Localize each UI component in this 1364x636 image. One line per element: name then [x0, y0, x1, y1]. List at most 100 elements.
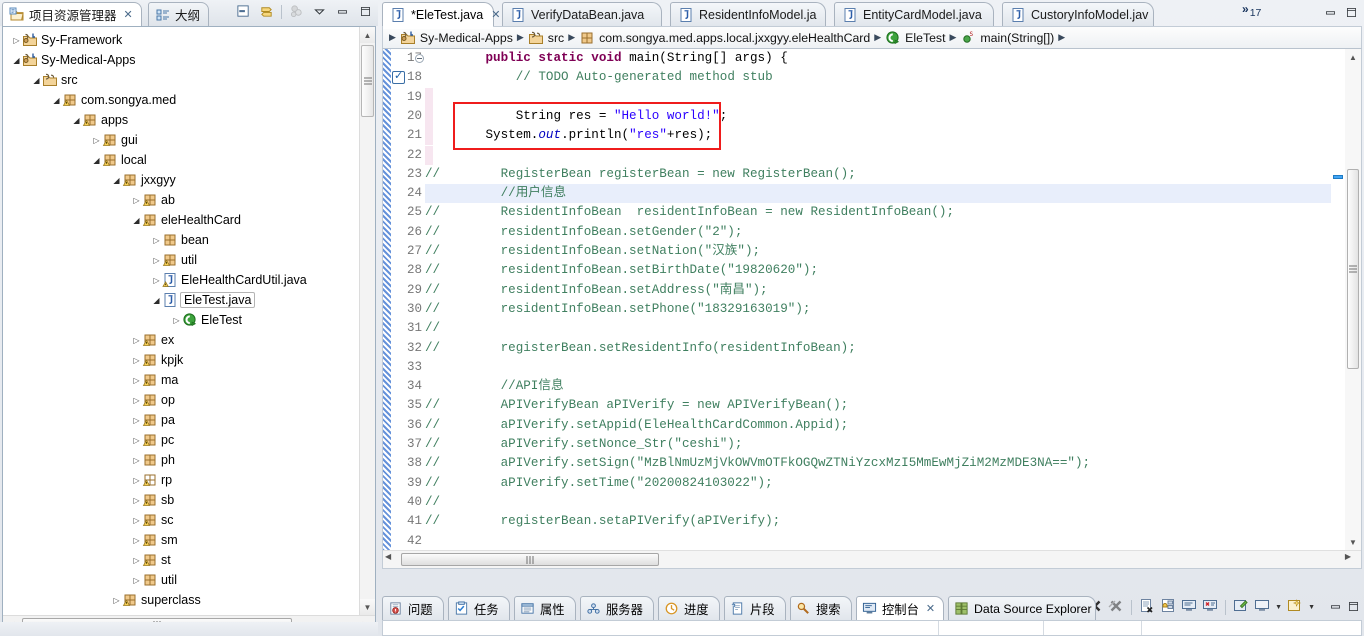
- project-tree[interactable]: ▷ Sy-Framework ◢ Sy-Medical-Apps ◢ src ◢ co…: [3, 27, 359, 615]
- tab-project-explorer[interactable]: 项目资源管理器 ✕: [2, 2, 142, 26]
- show-console-on-error-icon[interactable]: [1202, 598, 1218, 617]
- tree-expand-arrow-icon[interactable]: ▷: [131, 376, 142, 385]
- tree-item[interactable]: ▷ EleHealthCardUtil.java: [3, 270, 359, 290]
- tree-item[interactable]: ◢ local: [3, 150, 359, 170]
- close-icon[interactable]: ✕: [124, 8, 133, 21]
- tree-item[interactable]: ◢ apps: [3, 110, 359, 130]
- tree-item[interactable]: ▷ st: [3, 550, 359, 570]
- remove-all-terminated-icon[interactable]: [1108, 598, 1124, 617]
- tree-item[interactable]: ▷ sm: [3, 530, 359, 550]
- change-marker[interactable]: [1333, 175, 1343, 179]
- tree-expand-arrow-icon[interactable]: ▷: [131, 476, 142, 485]
- editor-horizontal-scrollbar[interactable]: ◀ ▶: [383, 550, 1361, 568]
- tree-expand-arrow-icon[interactable]: ◢: [91, 156, 102, 165]
- code-fold-collapse-icon[interactable]: [415, 54, 424, 63]
- tree-item[interactable]: ▷ sb: [3, 490, 359, 510]
- overview-ruler[interactable]: [1331, 49, 1345, 550]
- tree-expand-arrow-icon[interactable]: ▷: [131, 456, 142, 465]
- maximize-icon[interactable]: [1347, 600, 1360, 616]
- bottom-tab-snippets[interactable]: 片段: [724, 596, 786, 620]
- close-icon[interactable]: ✕: [926, 602, 935, 615]
- view-menu-icon[interactable]: [311, 3, 328, 20]
- tree-item[interactable]: ▷ pa: [3, 410, 359, 430]
- open-console-dropdown-icon[interactable]: ▼: [1308, 604, 1315, 611]
- breadcrumb-item-1[interactable]: src: [548, 31, 564, 45]
- show-console-on-output-icon[interactable]: [1181, 598, 1197, 617]
- tree-expand-arrow-icon[interactable]: ▷: [151, 276, 162, 285]
- tree-item[interactable]: ▷ gui: [3, 130, 359, 150]
- scrollbar-thumb[interactable]: [361, 45, 374, 117]
- tree-item[interactable]: ◢ jxxgyy: [3, 170, 359, 190]
- close-icon[interactable]: ✕: [491, 8, 500, 21]
- editor-tab-2[interactable]: ResidentInfoModel.ja: [670, 2, 826, 26]
- tree-item[interactable]: ▷ ph: [3, 450, 359, 470]
- bottom-tab-properties[interactable]: 属性: [514, 596, 576, 620]
- scroll-down-arrow-icon[interactable]: ▼: [1345, 534, 1361, 550]
- code-editor[interactable]: 1718192021222324252627282930313233343536…: [382, 49, 1362, 569]
- display-selected-console-icon[interactable]: [1254, 598, 1270, 617]
- tree-item[interactable]: ▷ ex: [3, 330, 359, 350]
- pin-console-icon[interactable]: [1233, 598, 1249, 617]
- tree-expand-arrow-icon[interactable]: ▷: [131, 556, 142, 565]
- editor-tab-4[interactable]: CustoryInfoModel.jav: [1002, 2, 1154, 26]
- tree-expand-arrow-icon[interactable]: ▷: [171, 316, 182, 325]
- tree-expand-arrow-icon[interactable]: ◢: [151, 296, 162, 305]
- editor-tab-3[interactable]: EntityCardModel.java: [834, 2, 994, 26]
- breadcrumb-item-4[interactable]: main(String[]): [980, 31, 1054, 45]
- bottom-tab-servers[interactable]: 服务器: [580, 596, 654, 620]
- bottom-tab-search[interactable]: 搜索: [790, 596, 852, 620]
- tree-item[interactable]: ▷ kpjk: [3, 350, 359, 370]
- breadcrumb-item-0[interactable]: Sy-Medical-Apps: [420, 31, 513, 45]
- focus-on-active-task-icon[interactable]: [288, 3, 305, 20]
- tree-expand-arrow-icon[interactable]: ▷: [131, 416, 142, 425]
- tree-item[interactable]: ▷ ma: [3, 370, 359, 390]
- tree-expand-arrow-icon[interactable]: ▷: [131, 336, 142, 345]
- tree-expand-arrow-icon[interactable]: ◢: [51, 96, 62, 105]
- link-with-editor-icon[interactable]: [258, 3, 275, 20]
- tree-item[interactable]: ◢ eleHealthCard: [3, 210, 359, 230]
- tree-item[interactable]: ◢ com.songya.med: [3, 90, 359, 110]
- tree-expand-arrow-icon[interactable]: ▷: [131, 576, 142, 585]
- tree-item[interactable]: ▷ rp: [3, 470, 359, 490]
- tree-item[interactable]: ▷ util: [3, 250, 359, 270]
- more-editors-indicator[interactable]: » 17: [1242, 3, 1261, 21]
- scrollbar-thumb[interactable]: [1347, 169, 1359, 369]
- bottom-tab-progress[interactable]: 进度: [658, 596, 720, 620]
- tree-expand-arrow-icon[interactable]: ▷: [131, 396, 142, 405]
- tree-expand-arrow-icon[interactable]: ◢: [11, 56, 22, 65]
- collapse-all-icon[interactable]: [235, 3, 252, 20]
- tree-item[interactable]: ▷ sc: [3, 510, 359, 530]
- tree-expand-arrow-icon[interactable]: ▷: [131, 496, 142, 505]
- tab-outline[interactable]: 大纲: [148, 2, 210, 26]
- tree-expand-arrow-icon[interactable]: ▷: [131, 536, 142, 545]
- tree-item[interactable]: ▷ Sy-Framework: [3, 30, 359, 50]
- tree-expand-arrow-icon[interactable]: ◢: [31, 76, 42, 85]
- breadcrumb-item-3[interactable]: EleTest: [905, 31, 945, 45]
- breadcrumb-item-2[interactable]: com.songya.med.apps.local.jxxgyy.eleHeal…: [599, 31, 870, 45]
- scrollbar-thumb[interactable]: [401, 553, 659, 566]
- tree-item[interactable]: ▷ op: [3, 390, 359, 410]
- tree-expand-arrow-icon[interactable]: ▷: [111, 596, 122, 605]
- tree-item[interactable]: ▷ superclass: [3, 590, 359, 610]
- scroll-lock-icon[interactable]: [1160, 598, 1176, 617]
- minimize-icon[interactable]: [334, 3, 351, 20]
- tree-expand-arrow-icon[interactable]: ▷: [151, 236, 162, 245]
- line-number-gutter[interactable]: 1718192021222324252627282930313233343536…: [391, 49, 425, 568]
- tree-expand-arrow-icon[interactable]: ▷: [131, 196, 142, 205]
- open-console-icon[interactable]: [1287, 598, 1303, 617]
- bottom-tab-datasource[interactable]: Data Source Explorer: [948, 596, 1096, 620]
- tree-item[interactable]: ▷ util: [3, 570, 359, 590]
- scroll-down-arrow-icon[interactable]: ▼: [360, 599, 375, 615]
- minimize-icon[interactable]: [1329, 600, 1342, 616]
- bottom-tab-console[interactable]: 控制台 ✕: [856, 596, 944, 620]
- editor-vertical-scrollbar[interactable]: ▲ ▼: [1345, 49, 1361, 550]
- tree-item[interactable]: ◢ EleTest.java: [3, 290, 359, 310]
- display-selected-console-dropdown-icon[interactable]: ▼: [1275, 604, 1282, 611]
- maximize-icon[interactable]: [1345, 6, 1358, 22]
- tree-expand-arrow-icon[interactable]: ◢: [131, 216, 142, 225]
- editor-tab-0[interactable]: *EleTest.java ✕: [382, 2, 500, 29]
- scroll-right-arrow-icon[interactable]: ▶: [1345, 552, 1351, 561]
- clear-console-icon[interactable]: [1139, 598, 1155, 617]
- tree-item[interactable]: ▷ bean: [3, 230, 359, 250]
- minimize-icon[interactable]: [1324, 6, 1337, 22]
